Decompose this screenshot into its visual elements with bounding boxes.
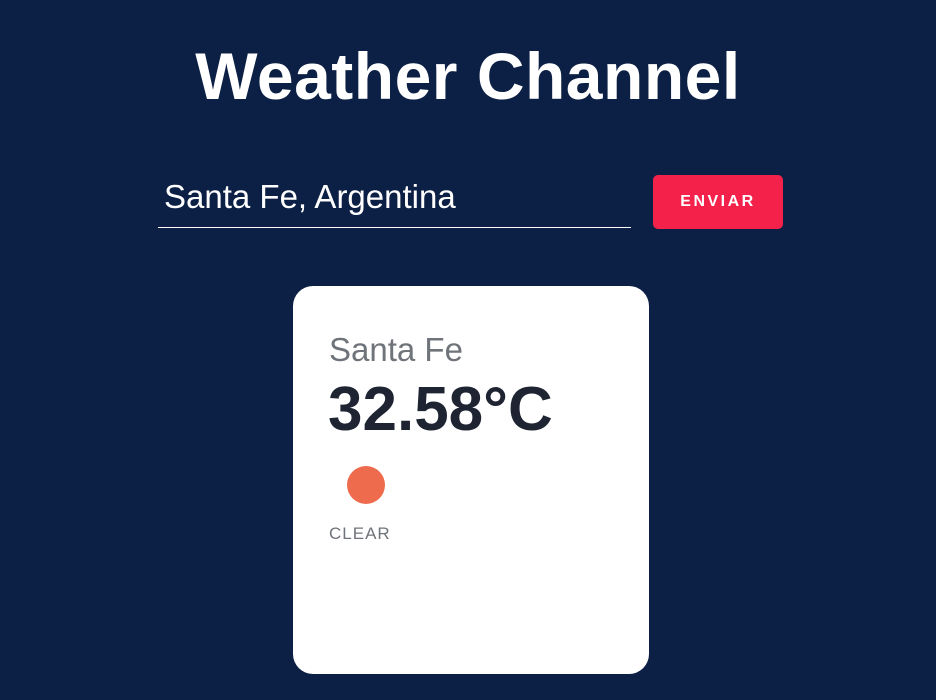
weather-card: Santa Fe 32.58°C CLEAR xyxy=(293,286,649,674)
city-search-input[interactable] xyxy=(158,166,631,228)
weather-condition: CLEAR xyxy=(329,524,391,543)
sun-icon xyxy=(347,466,385,504)
app-title: Weather Channel xyxy=(195,39,741,113)
search-form: ENVIAR xyxy=(158,166,783,230)
submit-button[interactable]: ENVIAR xyxy=(653,175,783,229)
temperature-value: 32.58°C xyxy=(328,375,553,444)
city-name: Santa Fe xyxy=(329,331,463,368)
